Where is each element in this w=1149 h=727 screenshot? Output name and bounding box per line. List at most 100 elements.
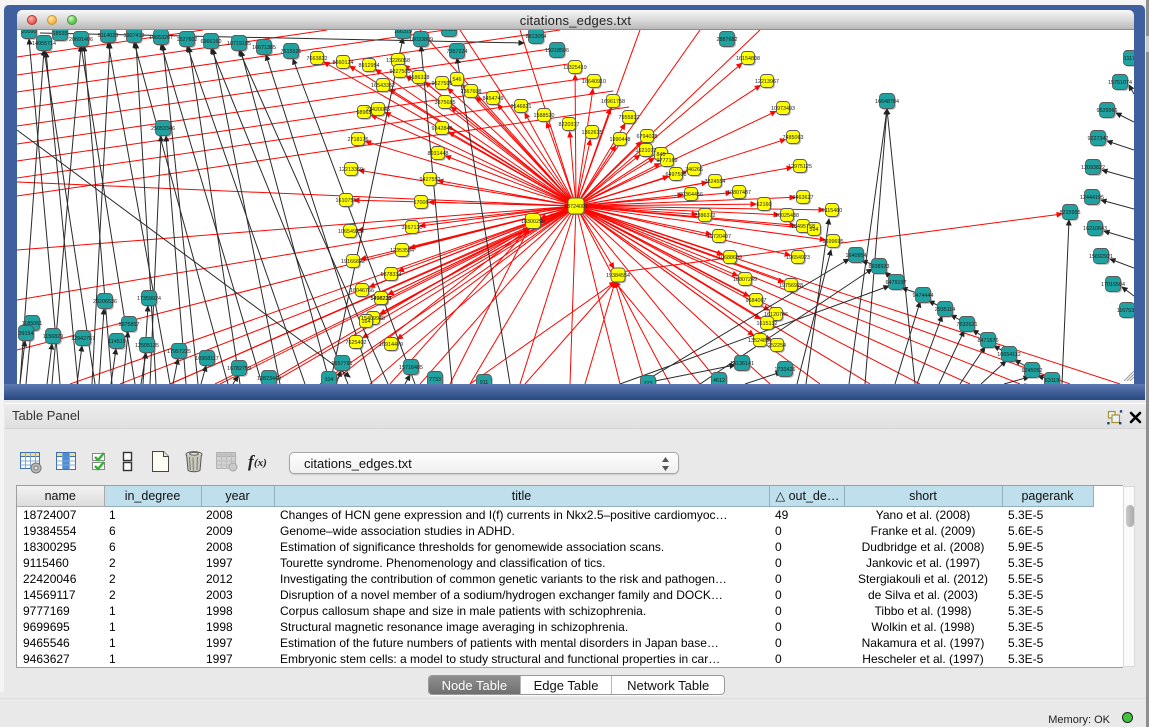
svg-text:16033809: 16033809 (409, 37, 433, 43)
svg-text:8215955: 8215955 (1060, 210, 1081, 216)
svg-text:6479197: 6479197 (886, 280, 907, 286)
svg-text:1185061: 1185061 (22, 321, 43, 327)
svg-text:1167531: 1167531 (1117, 308, 1134, 314)
svg-text:911: 911 (480, 380, 489, 384)
svg-text:1615132: 1615132 (757, 321, 778, 327)
svg-text:39154: 39154 (19, 331, 34, 337)
svg-text:12942757: 12942757 (71, 336, 95, 342)
svg-text:3875685: 3875685 (435, 100, 456, 106)
svg-text:5498222: 5498222 (371, 296, 392, 302)
svg-text:252254: 252254 (768, 343, 786, 349)
svg-text:8031448: 8031448 (428, 151, 449, 157)
svg-text:10654112: 10654112 (997, 352, 1021, 358)
svg-text:3267130: 3267130 (402, 225, 423, 231)
svg-text:1907413: 1907413 (124, 33, 145, 39)
svg-text:16671385: 16671385 (252, 45, 276, 51)
svg-text:12505135: 12505135 (135, 343, 159, 349)
svg-text:12823448: 12823448 (257, 376, 281, 382)
svg-text:746266: 746266 (685, 167, 703, 173)
svg-text:10653267: 10653267 (149, 35, 173, 41)
svg-text:16154808: 16154808 (736, 56, 760, 62)
svg-text:12213369: 12213369 (339, 167, 363, 173)
svg-text:9114023: 9114023 (98, 33, 119, 39)
svg-text:8912954: 8912954 (359, 63, 380, 69)
svg-text:1588520: 1588520 (534, 113, 555, 119)
svg-text:16543352: 16543352 (371, 83, 395, 89)
svg-text:19654923: 19654923 (786, 255, 810, 261)
svg-text:7515526: 7515526 (281, 49, 302, 55)
svg-text:2718176: 2718176 (348, 137, 369, 143)
svg-text:1733426: 1733426 (775, 367, 796, 373)
svg-text:19384554: 19384554 (606, 273, 630, 279)
svg-text:4612: 4612 (713, 378, 725, 384)
svg-text:7955812: 7955812 (619, 115, 640, 121)
svg-text:223: 223 (644, 381, 653, 384)
svg-text:18807249: 18807249 (733, 277, 757, 283)
svg-text:9245052: 9245052 (1022, 368, 1043, 374)
svg-text:18300295: 18300295 (521, 219, 545, 225)
svg-text:1156829: 1156829 (43, 334, 64, 340)
svg-text:20206536: 20206536 (93, 299, 117, 305)
svg-text:9777169: 9777169 (657, 158, 678, 164)
svg-text:8186328: 8186328 (409, 75, 430, 81)
svg-text:19756928: 19756928 (779, 283, 803, 289)
svg-text:8660124: 8660124 (333, 60, 354, 66)
svg-text:12444195: 12444195 (1080, 195, 1104, 201)
svg-text:9227342: 9227342 (1088, 136, 1109, 142)
svg-text:10654923: 10654923 (338, 229, 362, 235)
svg-text:10719185: 10719185 (227, 41, 251, 47)
svg-text:18724007: 18724007 (564, 204, 588, 210)
svg-text:3824554: 3824554 (705, 179, 726, 185)
svg-text:1362615: 1362615 (582, 130, 603, 136)
svg-text:17016504: 17016504 (1101, 282, 1125, 288)
svg-text:1640954: 1640954 (846, 253, 867, 259)
svg-text:16210643: 16210643 (1083, 226, 1107, 232)
svg-text:20364456: 20364456 (679, 192, 703, 198)
svg-text:8220317: 8220317 (559, 122, 580, 128)
svg-text:25053346: 25053346 (151, 126, 175, 132)
svg-text:19166822: 19166822 (341, 259, 365, 265)
svg-text:11325419: 11325419 (563, 65, 587, 71)
svg-text:14055714: 14055714 (32, 41, 56, 47)
svg-text:19218506: 19218506 (545, 48, 569, 54)
svg-text:9115460: 9115460 (822, 208, 843, 214)
svg-text:5878334: 5878334 (381, 272, 402, 278)
svg-text:10958117: 10958117 (195, 356, 219, 362)
svg-text:7625402: 7625402 (346, 340, 367, 346)
svg-text:12353594: 12353594 (390, 248, 414, 254)
svg-text:594: 594 (810, 227, 819, 233)
svg-text:9474444: 9474444 (913, 293, 934, 299)
svg-text:9427552: 9427552 (420, 177, 441, 183)
svg-text:2887682: 2887682 (717, 37, 738, 43)
svg-text:8454749: 8454749 (483, 96, 504, 102)
svg-text:8938923: 8938923 (869, 264, 890, 270)
svg-text:12975125: 12975125 (788, 164, 812, 170)
svg-text:7632621: 7632621 (957, 322, 978, 328)
svg-text:10807487: 10807487 (727, 190, 751, 196)
svg-text:7663822: 7663822 (307, 56, 328, 62)
svg-text:17006: 17006 (414, 200, 429, 206)
svg-text:20090: 20090 (22, 30, 37, 35)
svg-text:8471676: 8471676 (978, 338, 999, 344)
svg-text:15692921: 15692921 (1089, 254, 1113, 260)
svg-text:7733: 7733 (429, 377, 441, 383)
svg-text:1990448: 1990448 (610, 137, 631, 143)
svg-text:10688609: 10688609 (718, 255, 742, 261)
svg-text:9657791: 9657791 (332, 361, 353, 367)
svg-text:16648784: 16648784 (875, 99, 899, 105)
svg-text:1621072: 1621072 (636, 148, 657, 154)
svg-text:14136141: 14136141 (730, 361, 754, 367)
svg-text:8813054: 8813054 (526, 34, 547, 40)
svg-text:18535: 18535 (53, 31, 68, 37)
svg-text:15751074: 15751074 (1108, 80, 1132, 86)
svg-text:164: 164 (362, 319, 371, 325)
svg-text:6497508: 6497508 (666, 172, 687, 178)
svg-text:(x): (x) (254, 457, 267, 469)
svg-text:104: 104 (325, 377, 334, 383)
svg-text:10025438: 10025438 (775, 213, 799, 219)
svg-text:7357224: 7357224 (447, 49, 468, 55)
svg-text:16120746: 16120746 (764, 312, 788, 318)
svg-text:7386372: 7386372 (695, 213, 716, 219)
svg-text:13226058: 13226058 (386, 58, 410, 64)
svg-text:2367608: 2367608 (461, 89, 482, 95)
